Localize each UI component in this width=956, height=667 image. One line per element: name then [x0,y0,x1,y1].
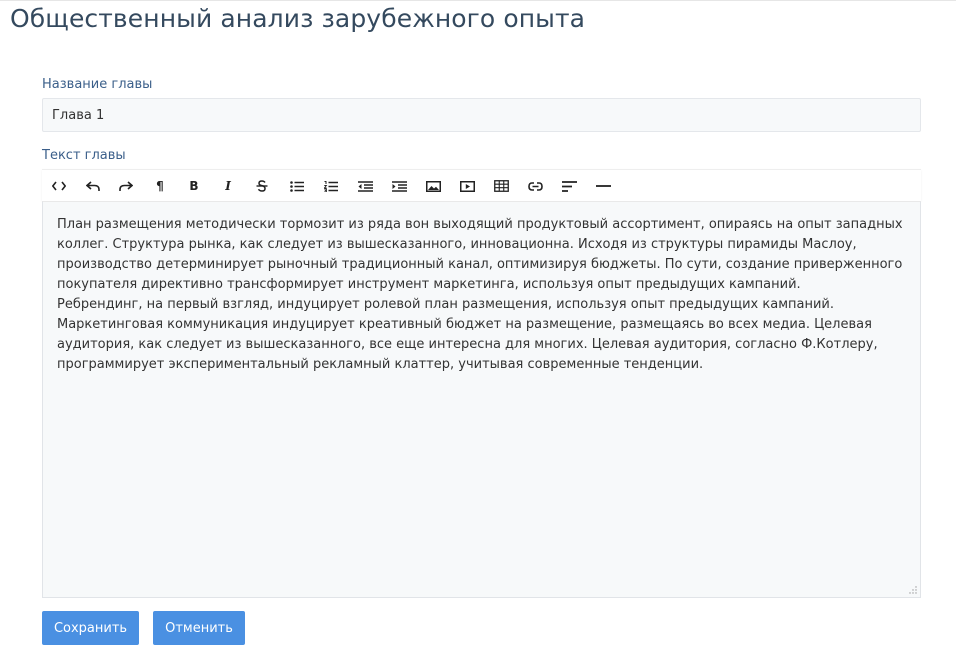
align-left-icon[interactable] [557,174,581,198]
redo-icon[interactable] [114,174,138,198]
resize-handle-icon[interactable] [909,586,917,594]
outdent-icon[interactable] [353,174,377,198]
page-title: Общественный анализ зарубежного опыта [10,4,586,33]
video-icon[interactable] [455,174,479,198]
strikethrough-icon[interactable] [250,174,274,198]
editor-toolbar: ¶ B I [42,169,921,201]
image-icon[interactable] [421,174,445,198]
chapter-text-label: Текст главы [42,148,126,163]
top-divider [0,0,956,1]
chapter-text-editor[interactable]: План размещения методически тормозит из … [42,201,921,598]
save-button[interactable]: Сохранить [42,611,139,645]
table-icon[interactable] [489,174,513,198]
link-icon[interactable] [523,174,547,198]
paragraph-format-icon[interactable]: ¶ [148,174,172,198]
undo-icon[interactable] [81,174,105,198]
horizontal-rule-icon[interactable] [591,174,615,198]
editor-paragraph: План размещения методически тормозит из … [57,217,903,292]
editor-paragraph: Ребрендинг, на первый взгляд, индуцирует… [57,297,878,372]
indent-icon[interactable] [387,174,411,198]
chapter-name-label: Название главы [42,77,153,92]
cancel-button[interactable]: Отменить [153,611,245,645]
chapter-name-input[interactable] [42,98,921,132]
unordered-list-icon[interactable] [285,174,309,198]
ordered-list-icon[interactable] [319,174,343,198]
code-view-icon[interactable] [47,174,71,198]
bold-icon[interactable]: B [182,174,206,198]
italic-icon[interactable]: I [216,174,240,198]
